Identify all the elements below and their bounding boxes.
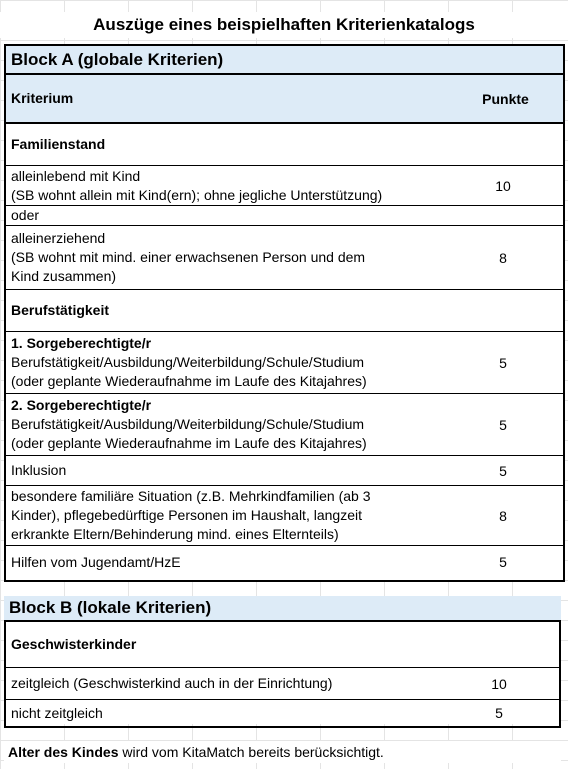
criterion-text: oder xyxy=(6,206,443,225)
block-a: Block A (globale Kriterien) Kriterium Pu… xyxy=(4,44,565,582)
points-value: 5 xyxy=(499,554,507,570)
criterion-line: (SB wohnt allein mit Kind(ern); ohne jeg… xyxy=(11,186,383,203)
criterion-line: (oder geplante Wiederaufnahme im Laufe d… xyxy=(11,435,367,451)
criterion-row: Inklusion 5 xyxy=(6,456,563,486)
criterion-row: nicht zeitgleich 5 xyxy=(6,700,559,726)
criterion-text: Geschwisterkinder xyxy=(6,635,439,654)
criterion-row: alleinlebend mit Kind (SB wohnt allein mi… xyxy=(6,166,563,206)
points-value: 8 xyxy=(499,507,507,524)
criterion-text: Berufstätigkeit xyxy=(6,301,443,320)
criterion-text: 1. Sorgeberechtigte/r Berufstätigkeit/Aus… xyxy=(6,334,443,391)
criterion-line: 2. Sorgeberechtigte/r xyxy=(11,397,152,413)
criterion-row: Geschwisterkinder xyxy=(6,622,559,668)
criterion-text: alleinlebend mit Kind (SB wohnt allein mi… xyxy=(6,167,443,205)
criterion-line: alleinlebend mit Kind xyxy=(11,167,141,184)
points-value: 8 xyxy=(499,249,507,266)
criterion-line: zeitgleich (Geschwisterkind auch in der … xyxy=(11,675,333,691)
criterion-text: alleinerziehend (SB wohnt mit mind. einer… xyxy=(6,229,443,286)
criterion-line: Kind zusammen) xyxy=(11,268,117,284)
criterion-line: Berufstätigkeit/Ausbildung/Weiterbildung… xyxy=(11,416,365,432)
criterion-line: oder xyxy=(11,207,40,223)
criterion-line: erkrankte Eltern/Behinderung mind. eines… xyxy=(11,526,339,542)
criterion-line: Berufstätigkeit/Ausbildung/Weiterbildung… xyxy=(11,354,365,370)
criterion-line: Geschwisterkinder xyxy=(11,636,137,652)
criterion-row: 1. Sorgeberechtigte/r Berufstätigkeit/Aus… xyxy=(6,332,563,394)
criterion-line: Berufstätigkeit xyxy=(11,302,110,318)
points-value: 5 xyxy=(499,462,507,479)
criterion-row: Berufstätigkeit xyxy=(6,290,563,332)
criterion-line: Inklusion xyxy=(11,462,67,478)
block-b-header: Block B (lokale Kriterien) xyxy=(4,596,561,620)
criterion-line: (SB wohnt mit mind. einer erwachsenen Pe… xyxy=(11,249,366,265)
criterion-text: Familienstand xyxy=(6,135,443,154)
criterion-line: nicht zeitgleich xyxy=(11,704,103,721)
criterion-row: besondere familiäre Situation (z.B. Mehr… xyxy=(6,486,563,546)
criterion-line: (oder geplante Wiederaufnahme im Laufe d… xyxy=(11,373,367,389)
column-header-criterion: Kriterium xyxy=(11,90,74,106)
points-value: 5 xyxy=(499,416,507,433)
column-header-row: Kriterium Punkte xyxy=(6,75,563,124)
criterion-line: alleinerziehend xyxy=(11,230,106,246)
block-b-rows: Geschwisterkinder zeitgleich (Geschwister… xyxy=(4,620,561,728)
footer-note: Alter des Kindes wird vom KitaMatch bere… xyxy=(4,741,561,763)
block-b: Block B (lokale Kriterien) Geschwisterki… xyxy=(4,596,561,728)
criterion-row: Familienstand xyxy=(6,124,563,166)
block-a-header: Block A (globale Kriterien) xyxy=(6,46,563,75)
criterion-text: besondere familiäre Situation (z.B. Mehr… xyxy=(6,487,443,544)
criterion-row: 2. Sorgeberechtigte/r Berufstätigkeit/Aus… xyxy=(6,394,563,456)
criterion-text: Hilfen vom Jugendamt/HzE xyxy=(6,553,443,572)
criterion-row: Hilfen vom Jugendamt/HzE 5 xyxy=(6,546,563,578)
page-title: Auszüge eines beispielhaften Kriterienka… xyxy=(0,12,568,38)
criterion-text: 2. Sorgeberechtigte/r Berufstätigkeit/Aus… xyxy=(6,396,443,453)
criterion-line: 1. Sorgeberechtigte/r xyxy=(11,335,152,351)
points-value: 5 xyxy=(495,705,503,721)
criterion-line: besondere familiäre Situation (z.B. Mehr… xyxy=(11,488,371,504)
criterion-line: Kinder), pflegebedürftige Personen im Ha… xyxy=(11,507,362,523)
criterion-line: Familienstand xyxy=(11,136,106,152)
criterion-line: Hilfen vom Jugendamt/HzE xyxy=(11,553,181,570)
criterion-text: nicht zeitgleich xyxy=(6,704,439,723)
criterion-row: alleinerziehend (SB wohnt mit mind. einer… xyxy=(6,226,563,290)
points-value: 10 xyxy=(491,675,507,692)
footer-rest-text: wird vom KitaMatch bereits berücksichtig… xyxy=(118,744,384,760)
footer-bold-text: Alter des Kindes xyxy=(8,744,119,760)
block-a-rows: Familienstand alleinlebend mit Kind (SB wo… xyxy=(6,124,563,578)
criterion-row: zeitgleich (Geschwisterkind auch in der … xyxy=(6,668,559,700)
criterion-row: oder xyxy=(6,206,563,226)
column-header-points: Punkte xyxy=(482,90,529,107)
points-value: 5 xyxy=(499,354,507,371)
criterion-text: zeitgleich (Geschwisterkind auch in der … xyxy=(6,674,439,693)
points-value: 10 xyxy=(495,177,511,194)
criterion-text: Inklusion xyxy=(6,461,443,480)
